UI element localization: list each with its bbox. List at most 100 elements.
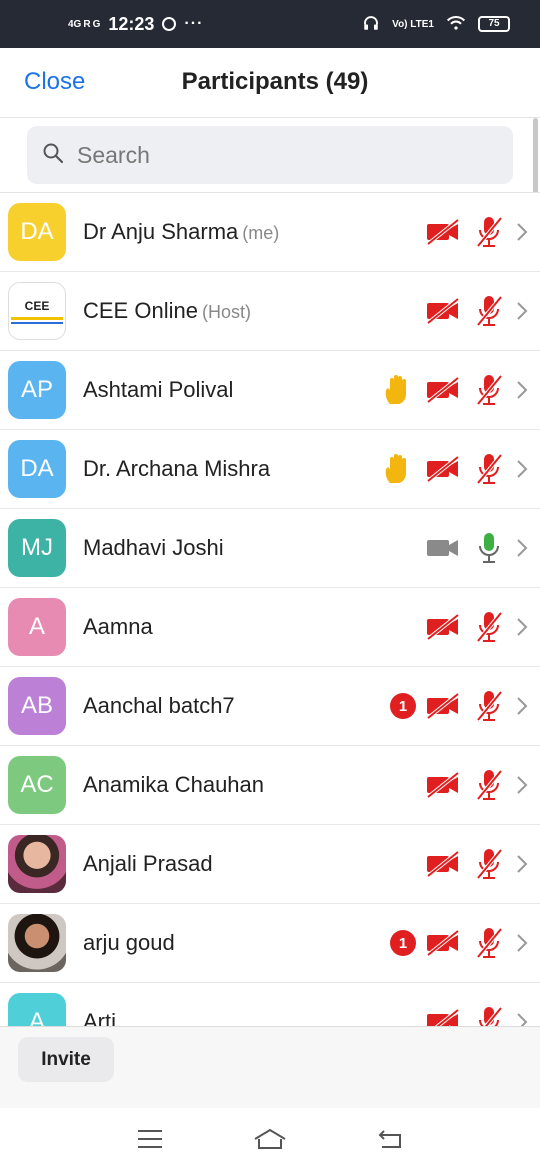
participant-row[interactable]: A Aamna [0,588,540,667]
participant-status-icons [420,765,532,805]
system-nav-bar [0,1108,540,1170]
video-off-icon [420,765,466,805]
status-bar: 4G R G 12:23 ··· Vo) LTE1 75 [0,0,540,48]
avatar: AB [8,677,66,735]
mic-off-icon [466,1002,512,1026]
participant-role: (me) [242,223,280,243]
mic-off-icon [466,607,512,647]
chevron-right-icon[interactable] [512,844,532,884]
participant-name: Ashtami Polival [83,377,234,402]
avatar: DA [8,203,66,261]
chevron-right-icon[interactable] [512,1002,532,1026]
search-icon [41,141,65,170]
participant-status-icons [420,291,532,331]
mic-off-icon [466,291,512,331]
participant-row[interactable]: AP Ashtami Polival [0,351,540,430]
participant-name: Anjali Prasad [83,851,213,876]
participant-status-icons [420,212,532,252]
home-icon[interactable] [250,1124,290,1154]
participant-status-icons [420,844,532,884]
search-box[interactable] [27,126,513,184]
mic-off-icon [466,923,512,963]
participant-name-block: Aamna [83,614,153,640]
video-off-icon [420,212,466,252]
avatar: CEE [8,282,66,340]
video-off-icon [420,844,466,884]
network-type-label: 4G [68,18,82,30]
participant-name-block: Aanchal batch7 [83,693,235,719]
network-type-2-label: G [92,18,101,30]
avatar: MJ [8,519,66,577]
participant-name-block: Ashtami Polival [83,377,233,403]
chevron-right-icon[interactable] [512,370,532,410]
mic-off-icon [466,449,512,489]
battery-indicator: 75 [478,16,510,32]
participant-status-icons: 1 [390,686,532,726]
whatsapp-icon [162,17,177,31]
participant-row[interactable]: DA Dr. Archana Mishra [0,430,540,509]
participant-row[interactable]: A Arti [0,983,540,1026]
chevron-right-icon[interactable] [512,528,532,568]
participant-name: Aamna [83,614,153,639]
video-off-icon [420,449,466,489]
participant-name: Madhavi Joshi [83,535,224,560]
search-bar [0,118,540,192]
mic-off-icon [466,765,512,805]
raised-hand-icon [374,449,420,489]
participant-list[interactable]: DA Dr Anju Sharma (me) CEE CEE Online (Host) A… [0,192,540,1026]
avatar: AC [8,756,66,814]
mic-on-icon [466,528,512,568]
roaming-label: R [83,18,91,30]
mic-off-icon [466,844,512,884]
video-off-icon [420,370,466,410]
participant-status-icons [420,1002,532,1026]
participant-name: CEE Online [83,298,198,323]
raised-hand-icon [374,370,420,410]
participant-name-block: Anamika Chauhan [83,772,264,798]
clock: 12:23 [108,13,155,34]
participant-row[interactable]: arju goud 1 [0,904,540,983]
chevron-right-icon[interactable] [512,765,532,805]
participant-status-icons [374,449,532,489]
participant-row[interactable]: Anjali Prasad [0,825,540,904]
logo-stripe [11,316,63,320]
chevron-right-icon[interactable] [512,449,532,489]
participant-status-icons [374,370,532,410]
search-input[interactable] [77,141,477,169]
avatar: A [8,993,66,1026]
participant-status-icons [420,528,532,568]
participant-row[interactable]: DA Dr Anju Sharma (me) [0,193,540,272]
chevron-right-icon[interactable] [512,923,532,963]
chevron-right-icon[interactable] [512,607,532,647]
mic-off-icon [466,686,512,726]
avatar-photo [8,835,66,893]
headphones-icon [362,14,380,35]
participant-status-icons: 1 [390,923,532,963]
avatar-photo [8,914,66,972]
participant-name-block: arju goud [83,930,175,956]
chevron-right-icon[interactable] [512,686,532,726]
participant-row[interactable]: AC Anamika Chauhan [0,746,540,825]
participant-row[interactable]: CEE CEE Online (Host) [0,272,540,351]
unread-badge: 1 [390,930,416,956]
participant-name: Dr Anju Sharma [83,219,239,244]
volte-label: Vo) LTE1 [392,18,434,30]
participant-row[interactable]: MJ Madhavi Joshi [0,509,540,588]
chevron-right-icon[interactable] [512,291,532,331]
signal-indicator: 4G R G [68,19,100,30]
participant-row[interactable]: AB Aanchal batch7 1 [0,667,540,746]
participant-name: Arti [83,1009,116,1026]
video-on-icon [420,528,466,568]
participant-name: Aanchal batch7 [83,693,235,718]
back-icon[interactable] [370,1124,410,1154]
chevron-right-icon[interactable] [512,212,532,252]
video-off-icon [420,923,466,963]
more-notifications-icon: ··· [184,15,204,32]
menu-icon[interactable] [130,1124,170,1154]
participants-header: Close Participants (49) [0,48,540,118]
invite-button[interactable]: Invite [18,1037,114,1082]
participant-name-block: Anjali Prasad [83,851,213,877]
participant-name-block: Dr Anju Sharma (me) [83,219,279,245]
participant-name-block: Arti [83,1009,116,1026]
participant-name-block: CEE Online (Host) [83,298,251,324]
